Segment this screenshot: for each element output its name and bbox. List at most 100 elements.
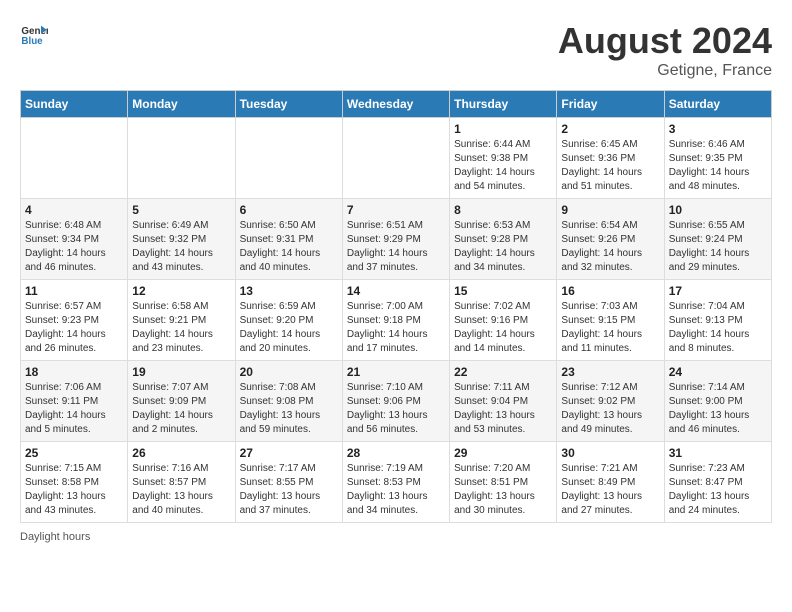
calendar-cell: 17 Sunrise: 7:04 AM Sunset: 9:13 PM Dayli… — [664, 280, 771, 361]
day-number: 22 — [454, 365, 552, 379]
calendar-week-row: 4 Sunrise: 6:48 AM Sunset: 9:34 PM Daylig… — [21, 199, 772, 280]
calendar-cell: 25 Sunrise: 7:15 AM Sunset: 8:58 PM Dayli… — [21, 442, 128, 523]
day-info: Sunrise: 7:08 AM Sunset: 9:08 PM Dayligh… — [240, 381, 338, 437]
day-number: 1 — [454, 122, 552, 136]
day-number: 25 — [25, 446, 123, 460]
day-info: Sunrise: 6:57 AM Sunset: 9:23 PM Dayligh… — [25, 300, 123, 356]
day-number: 9 — [561, 203, 659, 217]
day-number: 13 — [240, 284, 338, 298]
calendar-cell: 11 Sunrise: 6:57 AM Sunset: 9:23 PM Dayli… — [21, 280, 128, 361]
day-info: Sunrise: 7:21 AM Sunset: 8:49 PM Dayligh… — [561, 462, 659, 518]
logo: General Blue — [20, 20, 48, 48]
calendar-cell: 28Sunrise: 7:19 AM Sunset: 8:53 PM Dayli… — [342, 442, 449, 523]
calendar-cell: 18 Sunrise: 7:06 AM Sunset: 9:11 PM Dayli… — [21, 361, 128, 442]
calendar-cell: 26 Sunrise: 7:16 AM Sunset: 8:57 PM Dayli… — [128, 442, 235, 523]
calendar-cell — [128, 118, 235, 199]
day-number: 16 — [561, 284, 659, 298]
location-title: Getigne, France — [558, 62, 772, 80]
calendar-cell: 21 Sunrise: 7:10 AM Sunset: 9:06 PM Dayli… — [342, 361, 449, 442]
calendar-cell — [235, 118, 342, 199]
day-number: 8 — [454, 203, 552, 217]
day-info: Sunrise: 6:46 AM Sunset: 9:35 PM Dayligh… — [669, 138, 767, 194]
day-number: 10 — [669, 203, 767, 217]
calendar-cell: 2Sunrise: 6:45 AM Sunset: 9:36 PM Daylig… — [557, 118, 664, 199]
day-number: 21 — [347, 365, 445, 379]
day-number: 12 — [132, 284, 230, 298]
calendar-cell: 19Sunrise: 7:07 AM Sunset: 9:09 PM Dayli… — [128, 361, 235, 442]
calendar-footer: Daylight hours — [20, 531, 772, 543]
day-number: 4 — [25, 203, 123, 217]
day-number: 17 — [669, 284, 767, 298]
day-info: Sunrise: 6:49 AM Sunset: 9:32 PM Dayligh… — [132, 219, 230, 275]
calendar-week-row: 25 Sunrise: 7:15 AM Sunset: 8:58 PM Dayli… — [21, 442, 772, 523]
day-number: 6 — [240, 203, 338, 217]
calendar-cell: 10 Sunrise: 6:55 AM Sunset: 9:24 PM Dayli… — [664, 199, 771, 280]
calendar-cell: 6 Sunrise: 6:50 AM Sunset: 9:31 PM Daylig… — [235, 199, 342, 280]
day-info: Sunrise: 6:51 AM Sunset: 9:29 PM Dayligh… — [347, 219, 445, 275]
weekday-header-friday: Friday — [557, 91, 664, 118]
weekday-header-saturday: Saturday — [664, 91, 771, 118]
weekday-header-tuesday: Tuesday — [235, 91, 342, 118]
calendar-week-row: 1Sunrise: 6:44 AM Sunset: 9:38 PM Daylig… — [21, 118, 772, 199]
day-number: 26 — [132, 446, 230, 460]
day-info: Sunrise: 6:54 AM Sunset: 9:26 PM Dayligh… — [561, 219, 659, 275]
day-info: Sunrise: 6:48 AM Sunset: 9:34 PM Dayligh… — [25, 219, 123, 275]
calendar-cell: 3Sunrise: 6:46 AM Sunset: 9:35 PM Daylig… — [664, 118, 771, 199]
day-info: Sunrise: 7:20 AM Sunset: 8:51 PM Dayligh… — [454, 462, 552, 518]
logo-icon: General Blue — [20, 20, 48, 48]
day-info: Sunrise: 6:50 AM Sunset: 9:31 PM Dayligh… — [240, 219, 338, 275]
calendar-cell: 31 Sunrise: 7:23 AM Sunset: 8:47 PM Dayli… — [664, 442, 771, 523]
day-number: 7 — [347, 203, 445, 217]
calendar-week-row: 11 Sunrise: 6:57 AM Sunset: 9:23 PM Dayli… — [21, 280, 772, 361]
calendar-week-row: 18 Sunrise: 7:06 AM Sunset: 9:11 PM Dayli… — [21, 361, 772, 442]
calendar-cell: 14 Sunrise: 7:00 AM Sunset: 9:18 PM Dayli… — [342, 280, 449, 361]
calendar-cell: 23Sunrise: 7:12 AM Sunset: 9:02 PM Dayli… — [557, 361, 664, 442]
calendar-cell: 30 Sunrise: 7:21 AM Sunset: 8:49 PM Dayli… — [557, 442, 664, 523]
calendar-cell: 15Sunrise: 7:02 AM Sunset: 9:16 PM Dayli… — [450, 280, 557, 361]
calendar-cell: 24Sunrise: 7:14 AM Sunset: 9:00 PM Dayli… — [664, 361, 771, 442]
day-number: 28 — [347, 446, 445, 460]
calendar-cell: 4 Sunrise: 6:48 AM Sunset: 9:34 PM Daylig… — [21, 199, 128, 280]
day-number: 29 — [454, 446, 552, 460]
day-info: Sunrise: 7:15 AM Sunset: 8:58 PM Dayligh… — [25, 462, 123, 518]
day-info: Sunrise: 7:03 AM Sunset: 9:15 PM Dayligh… — [561, 300, 659, 356]
calendar-cell: 13 Sunrise: 6:59 AM Sunset: 9:20 PM Dayli… — [235, 280, 342, 361]
calendar-cell: 9 Sunrise: 6:54 AM Sunset: 9:26 PM Daylig… — [557, 199, 664, 280]
calendar-cell: 27Sunrise: 7:17 AM Sunset: 8:55 PM Dayli… — [235, 442, 342, 523]
day-info: Sunrise: 6:55 AM Sunset: 9:24 PM Dayligh… — [669, 219, 767, 275]
day-info: Sunrise: 7:04 AM Sunset: 9:13 PM Dayligh… — [669, 300, 767, 356]
day-info: Sunrise: 7:00 AM Sunset: 9:18 PM Dayligh… — [347, 300, 445, 356]
day-info: Sunrise: 6:45 AM Sunset: 9:36 PM Dayligh… — [561, 138, 659, 194]
calendar-cell: 1Sunrise: 6:44 AM Sunset: 9:38 PM Daylig… — [450, 118, 557, 199]
calendar-cell: 16 Sunrise: 7:03 AM Sunset: 9:15 PM Dayli… — [557, 280, 664, 361]
day-info: Sunrise: 6:59 AM Sunset: 9:20 PM Dayligh… — [240, 300, 338, 356]
day-info: Sunrise: 7:06 AM Sunset: 9:11 PM Dayligh… — [25, 381, 123, 437]
month-year-title: August 2024 — [558, 20, 772, 62]
day-info: Sunrise: 6:58 AM Sunset: 9:21 PM Dayligh… — [132, 300, 230, 356]
day-number: 30 — [561, 446, 659, 460]
calendar-cell — [342, 118, 449, 199]
day-info: Sunrise: 7:10 AM Sunset: 9:06 PM Dayligh… — [347, 381, 445, 437]
calendar-cell: 7 Sunrise: 6:51 AM Sunset: 9:29 PM Daylig… — [342, 199, 449, 280]
day-number: 15 — [454, 284, 552, 298]
weekday-header-sunday: Sunday — [21, 91, 128, 118]
calendar-cell: 5Sunrise: 6:49 AM Sunset: 9:32 PM Daylig… — [128, 199, 235, 280]
calendar-cell: 20Sunrise: 7:08 AM Sunset: 9:08 PM Dayli… — [235, 361, 342, 442]
day-number: 14 — [347, 284, 445, 298]
day-number: 18 — [25, 365, 123, 379]
day-number: 23 — [561, 365, 659, 379]
day-number: 11 — [25, 284, 123, 298]
weekday-header-monday: Monday — [128, 91, 235, 118]
page-header: General Blue August 2024 Getigne, France — [20, 20, 772, 80]
weekday-header-wednesday: Wednesday — [342, 91, 449, 118]
title-block: August 2024 Getigne, France — [558, 20, 772, 80]
day-number: 31 — [669, 446, 767, 460]
day-number: 19 — [132, 365, 230, 379]
day-info: Sunrise: 7:16 AM Sunset: 8:57 PM Dayligh… — [132, 462, 230, 518]
calendar-cell: 12 Sunrise: 6:58 AM Sunset: 9:21 PM Dayli… — [128, 280, 235, 361]
day-info: Sunrise: 7:23 AM Sunset: 8:47 PM Dayligh… — [669, 462, 767, 518]
calendar-cell: 8Sunrise: 6:53 AM Sunset: 9:28 PM Daylig… — [450, 199, 557, 280]
calendar-table: SundayMondayTuesdayWednesdayThursdayFrid… — [20, 90, 772, 523]
svg-text:Blue: Blue — [21, 36, 43, 47]
day-info: Sunrise: 7:14 AM Sunset: 9:00 PM Dayligh… — [669, 381, 767, 437]
